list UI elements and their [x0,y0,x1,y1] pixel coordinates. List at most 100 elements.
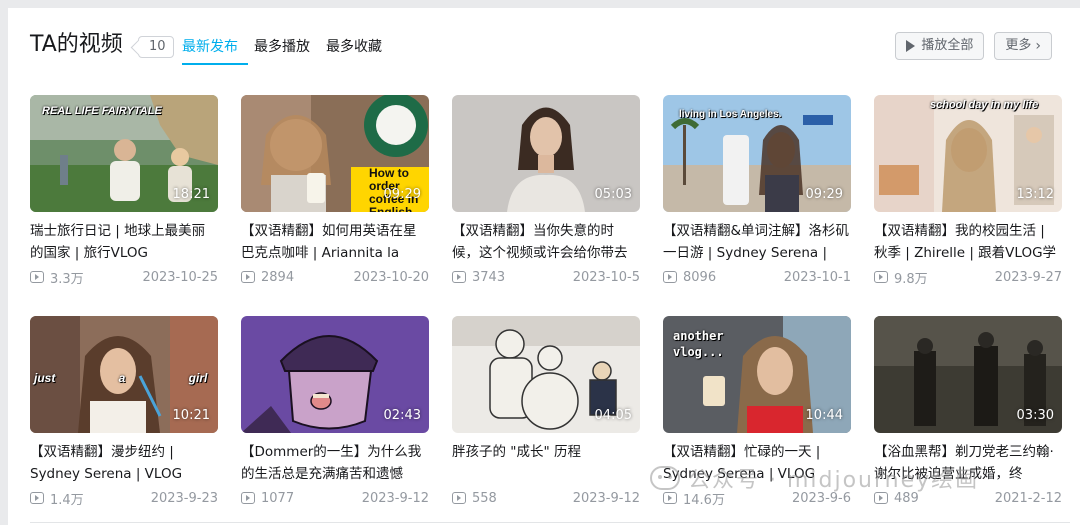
video-meta: 1077 2023-9-12 [241,487,429,509]
thumbnail-caption: school day in my life [930,99,1039,111]
thumbnail-caption: another vlog... [673,329,724,359]
publish-date: 2023-9-27 [994,269,1062,285]
play-count: 2894 [241,270,294,285]
video-title[interactable]: 【双语精翻】漫步纽约 | Sydney Serena | VLOG [30,441,218,485]
play-count-value: 8096 [683,269,717,285]
video-meta: 558 2023-9-12 [452,487,640,509]
play-count-icon [663,271,677,283]
play-count-icon [241,492,255,504]
duration-label: 18:21 [172,187,210,202]
video-count-badge: 10 [138,36,174,58]
video-thumbnail[interactable]: 02:43 [241,316,429,433]
video-title[interactable]: 【双语精翻】如何用英语在星巴克点咖啡 | Ariannita la [241,220,429,264]
play-count-icon [241,271,255,283]
publish-date: 2023-10-5 [572,269,640,285]
video-thumbnail[interactable]: living in Los Angeles. 09:29 [663,95,851,212]
play-count-icon [663,492,677,504]
video-card[interactable]: school day in my life 13:12 【双语精翻】我的校园生活… [874,95,1062,288]
tab-most-played[interactable]: 最多播放 [254,36,318,58]
video-thumbnail[interactable]: 04:05 [452,316,640,433]
video-title[interactable]: 胖孩子的 "成长" 历程 [452,441,640,485]
duration-label: 03:30 [1016,408,1054,423]
tab-latest[interactable]: 最新发布 [182,36,248,65]
publish-date: 2023-10-20 [353,269,429,285]
play-count-value: 2894 [261,269,295,285]
publish-date: 2023-9-12 [572,490,640,506]
video-card[interactable]: 03:30 【浴血黑帮】剃刀党老三约翰·谢尔比被迫营业成婚，终 489 2021… [874,316,1062,509]
more-label: 更多 [1005,38,1032,53]
video-card[interactable]: REAL LIFE FAIRYTALE 18:21 瑞士旅行日记 | 地球上最美… [30,95,218,288]
play-count-icon [452,271,466,283]
duration-label: 13:12 [1016,187,1054,202]
video-title[interactable]: 【双语精翻】我的校园生活 | 秋季 | Zhirelle | 跟着VLOG学 [874,220,1062,264]
video-card[interactable]: another vlog... 10:44 【双语精翻】忙碌的一天 | Sydn… [663,316,851,509]
video-thumbnail[interactable]: school day in my life 13:12 [874,95,1062,212]
video-card[interactable]: 05:03 【双语精翻】当你失意的时候，这个视频或许会给你带去 3743 202… [452,95,640,288]
play-count-value: 1.4万 [50,492,84,508]
play-count: 1077 [241,491,294,506]
bottom-divider [30,522,1070,523]
video-title[interactable]: 【Dommer的一生】为什么我的生活总是充满痛苦和遗憾 [241,441,429,485]
video-card[interactable]: living in Los Angeles. 09:29 【双语精翻&单词注解】… [663,95,851,288]
video-card[interactable]: just a girl in new york 10:21 【双语精翻】漫步纽约… [30,316,218,509]
duration-label: 09:29 [805,187,843,202]
play-count-value: 489 [894,490,919,506]
video-meta: 3743 2023-10-5 [452,266,640,288]
video-meta: 9.8万 2023-9-27 [874,266,1062,288]
video-meta: 14.6万 2023-9-6 [663,487,851,509]
play-count: 558 [452,491,497,506]
play-count: 3743 [452,270,505,285]
header-actions: 播放全部 更多 › [895,32,1052,60]
sort-tabs: 最新发布 最多播放 最多收藏 [182,36,398,65]
video-card[interactable]: 04:05 胖孩子的 "成长" 历程 558 2023-9-12 [452,316,640,509]
video-title[interactable]: 【双语精翻&单词注解】洛杉矶一日游 | Sydney Serena | [663,220,851,264]
play-count-value: 1077 [261,490,295,506]
video-meta: 489 2021-2-12 [874,487,1062,509]
play-count-icon [874,492,888,504]
play-count: 489 [874,491,919,506]
publish-date: 2023-9-12 [361,490,429,506]
video-meta: 2894 2023-10-20 [241,266,429,288]
play-count: 8096 [663,270,716,285]
more-button[interactable]: 更多 › [994,32,1052,60]
video-thumbnail[interactable]: another vlog... 10:44 [663,316,851,433]
publish-date: 2023-10-1 [783,269,851,285]
video-thumbnail[interactable]: 03:30 [874,316,1062,433]
video-meta: 8096 2023-10-1 [663,266,851,288]
duration-label: 10:44 [805,408,843,423]
video-title[interactable]: 【浴血黑帮】剃刀党老三约翰·谢尔比被迫营业成婚，终 [874,441,1062,485]
chevron-right-icon: › [1035,38,1041,54]
play-count: 9.8万 [874,268,928,287]
duration-label: 04:05 [594,408,632,423]
publish-date: 2023-10-25 [142,269,218,285]
tab-most-favorited[interactable]: 最多收藏 [326,36,390,58]
video-thumbnail[interactable]: just a girl in new york 10:21 [30,316,218,433]
video-card[interactable]: How to order coffee in English 09:29 【双语… [241,95,429,288]
video-title[interactable]: 【双语精翻】当你失意的时候，这个视频或许会给你带去 [452,220,640,264]
video-thumbnail[interactable]: 05:03 [452,95,640,212]
play-count-value: 14.6万 [683,492,725,508]
video-title[interactable]: 【双语精翻】忙碌的一天 | Sydney Serena | VLOG [663,441,851,485]
duration-label: 09:29 [383,187,421,202]
video-card[interactable]: 02:43 【Dommer的一生】为什么我的生活总是充满痛苦和遗憾 1077 2… [241,316,429,509]
thumbnail-caption: just a girl in new york [34,371,218,385]
thumbnail-caption: living in Los Angeles. [679,109,782,120]
play-all-label: 播放全部 [921,38,974,53]
duration-label: 10:21 [172,408,210,423]
play-all-button[interactable]: 播放全部 [895,32,985,60]
video-title[interactable]: 瑞士旅行日记 | 地球上最美丽的国家 | 旅行VLOG [30,220,218,264]
play-icon [906,40,916,52]
duration-label: 05:03 [594,187,632,202]
play-count: 3.3万 [30,268,84,287]
play-count-icon [874,271,888,283]
play-count-value: 9.8万 [894,271,928,287]
video-thumbnail[interactable]: How to order coffee in English 09:29 [241,95,429,212]
play-count-icon [30,492,44,504]
play-count-icon [30,271,44,283]
publish-date: 2021-2-12 [994,490,1062,506]
publish-date: 2023-9-23 [150,490,218,506]
video-thumbnail[interactable]: REAL LIFE FAIRYTALE 18:21 [30,95,218,212]
play-count: 14.6万 [663,489,725,508]
video-meta: 3.3万 2023-10-25 [30,266,218,288]
section-title: TA的视频 [30,32,123,57]
